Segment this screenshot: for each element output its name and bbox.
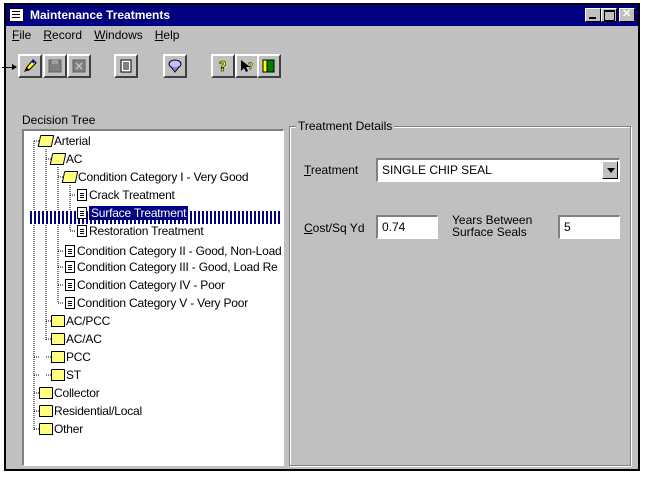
edit-pencil-icon[interactable] <box>18 54 42 78</box>
folder-icon <box>51 351 65 363</box>
treatment-label: Treatment <box>304 163 359 177</box>
decision-tree[interactable]: Arterial AC Condition Category I - Very … <box>22 129 284 466</box>
menu-help[interactable]: Help <box>155 28 180 44</box>
tree-node-collector[interactable]: Collector <box>39 385 100 401</box>
years-input-value: 5 <box>564 220 571 234</box>
tree-node-surface-treatment[interactable]: Surface Treatment <box>75 205 189 221</box>
document-icon <box>77 207 87 219</box>
folder-icon <box>51 369 65 381</box>
cancel-icon[interactable] <box>67 54 91 78</box>
tree-node-other[interactable]: Other <box>39 421 83 437</box>
cost-input[interactable]: 0.74 <box>376 215 438 239</box>
open-folder-icon <box>61 171 79 183</box>
pointer-arrow-icon <box>2 64 17 70</box>
tree-node-pcc[interactable]: PCC <box>51 349 91 365</box>
window-controls <box>585 7 635 23</box>
filter-icon[interactable] <box>163 54 187 78</box>
maintenance-treatments-window: Maintenance Treatments File Record Windo… <box>2 3 640 471</box>
document-icon <box>77 189 87 201</box>
svg-text:?: ? <box>248 62 253 72</box>
dropdown-arrow-icon[interactable] <box>602 161 618 179</box>
folder-icon <box>51 315 65 327</box>
tree-node-condition-category-3[interactable]: Condition Category III - Good, Load Re <box>63 259 278 275</box>
tree-node-ac-ac[interactable]: AC/AC <box>51 331 102 347</box>
tree-node-arterial[interactable]: Arterial <box>37 133 91 149</box>
tree-node-restoration-treatment[interactable]: Restoration Treatment <box>75 223 204 239</box>
maximize-button[interactable] <box>601 8 617 22</box>
treatment-select[interactable]: SINGLE CHIP SEAL <box>376 158 620 182</box>
context-help-icon[interactable]: ? <box>235 54 259 78</box>
open-folder-icon <box>37 135 55 147</box>
years-between-seals-input[interactable]: 5 <box>558 215 620 239</box>
treatment-details-group: Treatment Details Treatment SINGLE CHIP … <box>289 119 631 466</box>
document-icon <box>65 261 75 273</box>
treatment-select-value: SINGLE CHIP SEAL <box>382 163 492 177</box>
app-icon[interactable] <box>9 8 24 22</box>
tree-node-ac-pcc[interactable]: AC/PCC <box>51 313 110 329</box>
folder-icon <box>51 333 65 345</box>
document-icon <box>65 245 75 257</box>
document-icon <box>65 297 75 309</box>
folder-icon <box>39 423 53 435</box>
save-icon[interactable] <box>43 54 67 78</box>
tree-node-condition-category-4[interactable]: Condition Category IV - Poor <box>63 277 225 293</box>
tree-node-condition-category-2[interactable]: Condition Category II - Good, Non-Load <box>63 243 282 259</box>
window-title: Maintenance Treatments <box>30 8 171 22</box>
notes-icon[interactable] <box>114 54 138 78</box>
tree-node-crack-treatment[interactable]: Crack Treatment <box>75 187 175 203</box>
help-icon[interactable]: ? <box>211 54 235 78</box>
decision-tree-label: Decision Tree <box>22 113 96 127</box>
tree-node-condition-category-1[interactable]: Condition Category I - Very Good <box>61 169 249 185</box>
title-bar[interactable]: Maintenance Treatments <box>6 5 638 26</box>
tree-node-residential-local[interactable]: Residential/Local <box>39 403 142 419</box>
treatment-details-legend: Treatment Details <box>296 119 395 133</box>
tree-node-ac[interactable]: AC <box>49 151 82 167</box>
menu-bar: File Record Windows Help <box>12 28 179 44</box>
folder-icon <box>39 387 53 399</box>
menu-file[interactable]: File <box>12 28 31 44</box>
cost-input-value: 0.74 <box>382 220 406 234</box>
open-folder-icon <box>49 153 67 165</box>
menu-record[interactable]: Record <box>43 28 82 44</box>
toolbar: ? ? <box>2 51 638 85</box>
exit-door-icon[interactable] <box>257 54 281 78</box>
menu-windows[interactable]: Windows <box>94 28 143 44</box>
minimize-button[interactable] <box>585 8 601 22</box>
folder-icon <box>39 405 53 417</box>
svg-text:?: ? <box>219 60 227 74</box>
tree-node-condition-category-5[interactable]: Condition Category V - Very Poor <box>63 295 248 311</box>
document-icon <box>77 225 87 237</box>
close-button[interactable] <box>619 7 635 22</box>
document-icon <box>65 279 75 291</box>
surface-seals-label: Surface Seals <box>452 225 527 239</box>
cost-label: Cost/Sq Yd <box>304 221 365 235</box>
tree-node-st[interactable]: ST <box>51 367 81 383</box>
